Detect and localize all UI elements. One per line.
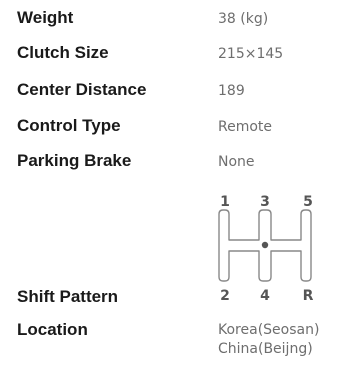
- shift-pattern-label: Shift Pattern: [17, 287, 119, 306]
- gear-2-label: 2: [220, 288, 230, 304]
- center-distance-label: Center Distance: [17, 80, 147, 99]
- center-distance-value: 189: [218, 83, 245, 99]
- parking-brake-label: Parking Brake: [17, 151, 132, 170]
- clutch-size-value: 215×145: [218, 46, 284, 62]
- gear-3-label: 3: [260, 194, 270, 210]
- weight-label: Weight: [17, 8, 74, 27]
- shift-neutral-dot: [261, 241, 269, 249]
- location-value-line2: China(Beijng): [218, 341, 313, 357]
- gear-4-label: 4: [260, 288, 270, 304]
- gear-1-label: 1: [220, 194, 230, 210]
- shift-pattern-diagram: 1 3 5 2 4 R: [218, 194, 314, 304]
- gear-5-label: 5: [303, 194, 313, 210]
- gear-r-label: R: [303, 288, 314, 304]
- control-type-label: Control Type: [17, 116, 121, 135]
- location-value-line1: Korea(Seosan): [218, 322, 320, 338]
- parking-brake-value: None: [218, 154, 255, 170]
- clutch-size-label: Clutch Size: [17, 43, 109, 62]
- spec-table: Weight 38 (kg) Clutch Size 215×145 Cente…: [0, 0, 343, 367]
- control-type-value: Remote: [218, 119, 273, 135]
- weight-value: 38 (kg): [218, 11, 269, 27]
- location-label: Location: [17, 320, 88, 339]
